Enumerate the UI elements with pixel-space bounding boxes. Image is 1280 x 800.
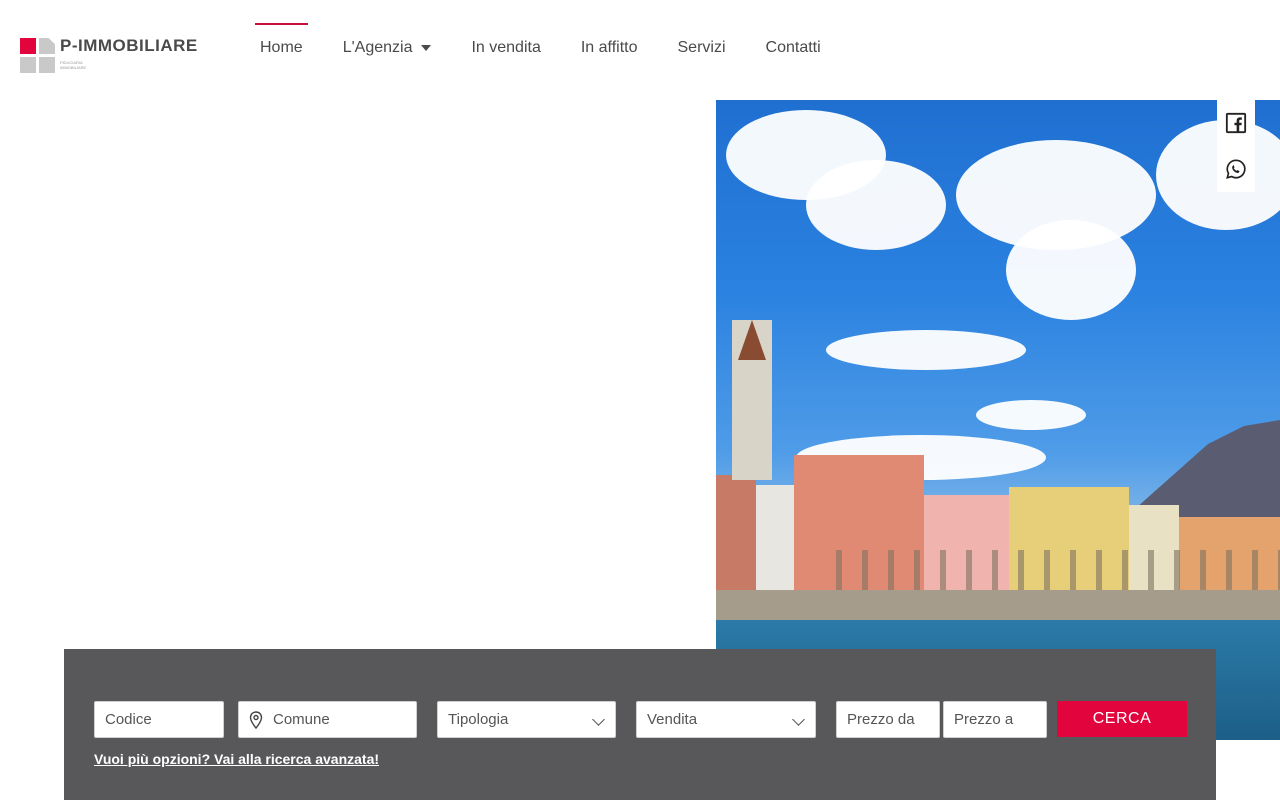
comune-input[interactable]	[273, 711, 416, 728]
cloud	[826, 330, 1026, 370]
prezzo-a-input[interactable]	[954, 711, 1046, 728]
whatsapp-icon[interactable]	[1225, 158, 1247, 180]
cloud	[1006, 220, 1136, 320]
site-logo[interactable]: P-IMMOBILIARE FIDUCIARIA IMMOBILIARE	[20, 36, 200, 73]
cloud	[976, 400, 1086, 430]
nav-item-in-affitto[interactable]: In affitto	[561, 0, 658, 96]
social-bar	[1217, 100, 1255, 192]
nav-item-label: In vendita	[471, 39, 541, 56]
location-pin-icon	[249, 710, 263, 729]
advanced-search-link[interactable]: Vuoi più opzioni? Vai alla ricerca avanz…	[94, 751, 379, 767]
tipologia-value: Tipologia	[448, 711, 509, 728]
nav-item-agenzia[interactable]: L'Agenzia	[323, 0, 452, 96]
contratto-select[interactable]: Vendita	[636, 701, 816, 738]
nav-item-label: L'Agenzia	[342, 39, 413, 56]
nav-item-servizi[interactable]: Servizi	[658, 0, 746, 96]
nav-item-home[interactable]: Home	[240, 0, 323, 96]
building	[716, 475, 756, 595]
nav-item-in-vendita[interactable]: In vendita	[451, 0, 560, 96]
codice-field[interactable]	[94, 701, 224, 738]
logo-square-gray	[39, 57, 55, 73]
nav-item-label: In affitto	[580, 39, 638, 56]
nav-item-label: Servizi	[677, 39, 726, 56]
facebook-icon[interactable]	[1225, 112, 1247, 134]
logo-tagline: FIDUCIARIA IMMOBILIARE	[60, 60, 87, 70]
logo-square-red	[20, 38, 36, 54]
nav-item-label: Home	[260, 39, 303, 56]
nav-item-label: Contatti	[765, 39, 821, 56]
chevron-down-icon	[792, 713, 805, 726]
logo-brand-name: P-IMMOBILIARE	[60, 36, 198, 55]
cerca-button[interactable]: CERCA	[1057, 701, 1187, 737]
prezzo-a-field[interactable]	[943, 701, 1047, 738]
logo-square-gray	[20, 57, 36, 73]
cloud	[806, 160, 946, 250]
comune-field[interactable]	[238, 701, 417, 738]
main-nav: Home L'Agenzia In vendita In affitto Ser…	[240, 0, 841, 96]
logo-square-gray	[39, 38, 55, 54]
caret-down-icon	[421, 45, 432, 51]
nav-item-contatti[interactable]: Contatti	[746, 0, 841, 96]
codice-input[interactable]	[105, 711, 223, 728]
hero-image	[716, 100, 1280, 740]
prezzo-da-input[interactable]	[847, 711, 939, 728]
search-bar: Tipologia Vendita CERCA Vuoi più opzioni…	[64, 649, 1216, 800]
tipologia-select[interactable]: Tipologia	[437, 701, 616, 738]
prezzo-da-field[interactable]	[836, 701, 940, 738]
contratto-value: Vendita	[647, 711, 698, 728]
chevron-down-icon	[592, 713, 605, 726]
